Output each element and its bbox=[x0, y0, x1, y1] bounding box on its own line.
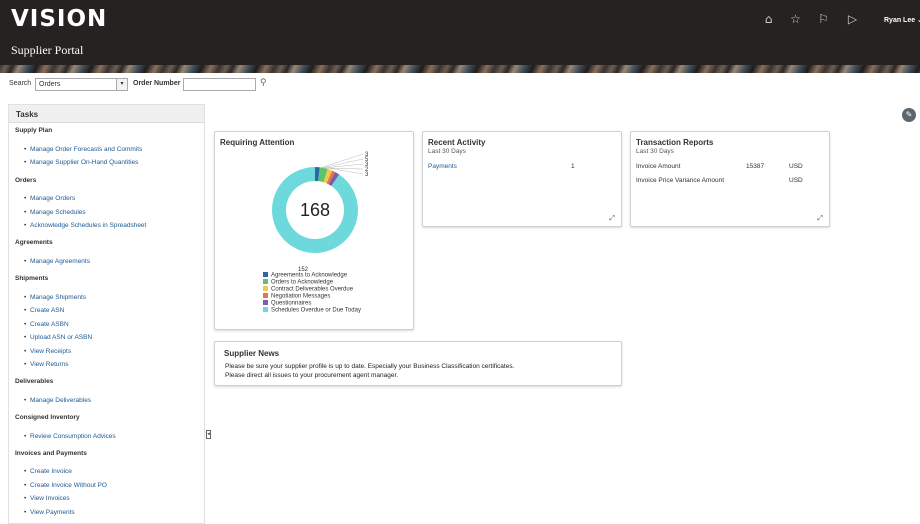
task-view-payments[interactable]: View Payments bbox=[24, 509, 75, 516]
activity-payments-count: 1 bbox=[571, 163, 575, 170]
task-manage-shipments[interactable]: Manage Shipments bbox=[24, 294, 86, 301]
home-icon[interactable]: ⌂ bbox=[762, 13, 775, 26]
supplier-news-line: Please be sure your supplier profile is … bbox=[225, 363, 515, 370]
order-number-input[interactable] bbox=[183, 78, 256, 91]
callout-line bbox=[321, 158, 364, 169]
page-title: Supplier Portal bbox=[11, 43, 84, 57]
legend-swatch bbox=[263, 293, 268, 298]
supplier-news-line: Please direct all issues to your procure… bbox=[225, 372, 399, 379]
panel-splitter-handle[interactable]: ◂ bbox=[206, 430, 211, 439]
recent-activity-card: Recent Activity Last 30 Days Payments 1 … bbox=[422, 131, 622, 227]
supplier-news-card: Supplier News Please be sure your suppli… bbox=[214, 341, 622, 386]
recent-activity-title: Recent Activity bbox=[428, 138, 486, 147]
legend-label: Agreements to Acknowledge bbox=[271, 272, 348, 279]
task-view-invoices[interactable]: View Invoices bbox=[24, 495, 70, 502]
search-label: Search bbox=[9, 80, 32, 87]
report-invoice-amount-currency: USD bbox=[789, 163, 803, 170]
section-consigned-inventory: Consigned Inventory bbox=[15, 414, 80, 421]
requiring-attention-donut[interactable]: 16835323152 bbox=[215, 147, 415, 277]
task-view-receipts[interactable]: View Receipts bbox=[24, 348, 71, 355]
task-view-returns[interactable]: View Returns bbox=[24, 361, 68, 368]
expand-icon[interactable]: ⤢ bbox=[609, 214, 615, 223]
user-name: Ryan Lee bbox=[884, 17, 916, 24]
expand-icon[interactable]: ⤢ bbox=[817, 214, 823, 223]
section-shipments: Shipments bbox=[15, 275, 49, 282]
task-manage-orders[interactable]: Manage Orders bbox=[24, 195, 75, 202]
supplier-news-title: Supplier News bbox=[224, 349, 280, 358]
task-create-asbn[interactable]: Create ASBN bbox=[24, 321, 69, 328]
report-price-variance-label: Invoice Price Variance Amount bbox=[636, 177, 725, 184]
section-supply-plan: Supply Plan bbox=[15, 127, 53, 134]
donut-total: 168 bbox=[300, 200, 330, 220]
task-manage-onhand-quantities[interactable]: Manage Supplier On-Hand Quantities bbox=[24, 159, 138, 166]
section-orders: Orders bbox=[15, 177, 37, 184]
report-invoice-amount-label: Invoice Amount bbox=[636, 163, 681, 170]
callout-line bbox=[319, 153, 364, 169]
legend-swatch bbox=[263, 300, 268, 305]
legend-swatch bbox=[263, 286, 268, 291]
task-manage-schedules[interactable]: Manage Schedules bbox=[24, 209, 86, 216]
task-manage-agreements[interactable]: Manage Agreements bbox=[24, 258, 90, 265]
task-upload-asn[interactable]: Upload ASN or ASBN bbox=[24, 334, 92, 341]
requiring-attention-title: Requiring Attention bbox=[220, 138, 295, 147]
section-invoices-payments: Invoices and Payments bbox=[15, 450, 87, 457]
report-price-variance-currency: USD bbox=[789, 177, 803, 184]
task-manage-order-forecasts[interactable]: Manage Order Forecasts and Commits bbox=[24, 146, 142, 153]
transaction-reports-title: Transaction Reports bbox=[636, 138, 714, 147]
vision-logo[interactable]: VISION bbox=[11, 6, 107, 32]
legend-agreements: Agreements to Acknowledge bbox=[263, 272, 347, 279]
search-category-value: Orders bbox=[39, 81, 61, 88]
send-icon[interactable]: ▷ bbox=[846, 13, 859, 26]
section-agreements: Agreements bbox=[15, 239, 53, 246]
legend-schedules-overdue: Schedules Overdue or Due Today bbox=[263, 307, 361, 314]
legend-orders: Orders to Acknowledge bbox=[263, 279, 333, 286]
callout-label: 3 bbox=[365, 172, 369, 178]
legend-label: Schedules Overdue or Due Today bbox=[271, 307, 361, 314]
search-icon[interactable]: ⚲ bbox=[260, 77, 267, 88]
legend-label: Contract Deliverables Overdue bbox=[271, 286, 354, 293]
search-category-select[interactable]: Orders ▾ bbox=[35, 78, 128, 91]
task-acknowledge-schedules[interactable]: Acknowledge Schedules in Spreadsheet bbox=[24, 222, 146, 229]
section-deliverables: Deliverables bbox=[15, 378, 54, 385]
report-invoice-amount-value: 15387 bbox=[746, 163, 765, 170]
legend-label: Negotiation Messages bbox=[271, 293, 331, 300]
flag-icon[interactable]: ⚐ bbox=[817, 13, 830, 26]
recent-activity-period: Last 30 Days bbox=[428, 148, 466, 155]
task-manage-deliverables[interactable]: Manage Deliverables bbox=[24, 397, 91, 404]
chevron-down-icon[interactable]: ▾ bbox=[116, 79, 127, 90]
legend-label: Questionnaires bbox=[271, 300, 312, 307]
tasks-title: Tasks bbox=[9, 105, 204, 123]
task-create-invoice-without-po[interactable]: Create Invoice Without PO bbox=[24, 482, 107, 489]
task-review-consumption-advices[interactable]: Review Consumption Advices bbox=[24, 433, 116, 440]
transaction-reports-period: Last 30 Days bbox=[636, 148, 674, 155]
transaction-reports-card: Transaction Reports Last 30 Days Invoice… bbox=[630, 131, 830, 227]
legend-negotiation-messages: Negotiation Messages bbox=[263, 293, 330, 300]
global-header: VISION Supplier Portal ⌂ ☆ ⚐ ▷ Ryan Lee … bbox=[0, 0, 920, 73]
star-icon[interactable]: ☆ bbox=[789, 13, 802, 26]
legend-questionnaires: Questionnaires bbox=[263, 300, 311, 307]
activity-payments-link[interactable]: Payments bbox=[428, 163, 457, 170]
requiring-attention-card: Requiring Attention 168 3 5 3 2 3 152 Agreemen… bbox=[214, 131, 414, 330]
user-menu[interactable]: Ryan Lee ⌄ bbox=[884, 16, 920, 24]
legend-swatch bbox=[263, 272, 268, 277]
tasks-panel: Tasks Supply Plan Manage Order Forecasts… bbox=[8, 104, 205, 524]
task-create-asn[interactable]: Create ASN bbox=[24, 307, 64, 314]
header-banner bbox=[0, 65, 920, 73]
order-number-label: Order Number bbox=[133, 80, 181, 87]
legend-swatch bbox=[263, 279, 268, 284]
legend-swatch bbox=[263, 307, 268, 312]
help-icon[interactable]: ✎ bbox=[902, 108, 916, 122]
legend-contract-deliverables: Contract Deliverables Overdue bbox=[263, 286, 353, 293]
task-create-invoice[interactable]: Create Invoice bbox=[24, 468, 72, 475]
legend-label: Orders to Acknowledge bbox=[271, 279, 334, 286]
